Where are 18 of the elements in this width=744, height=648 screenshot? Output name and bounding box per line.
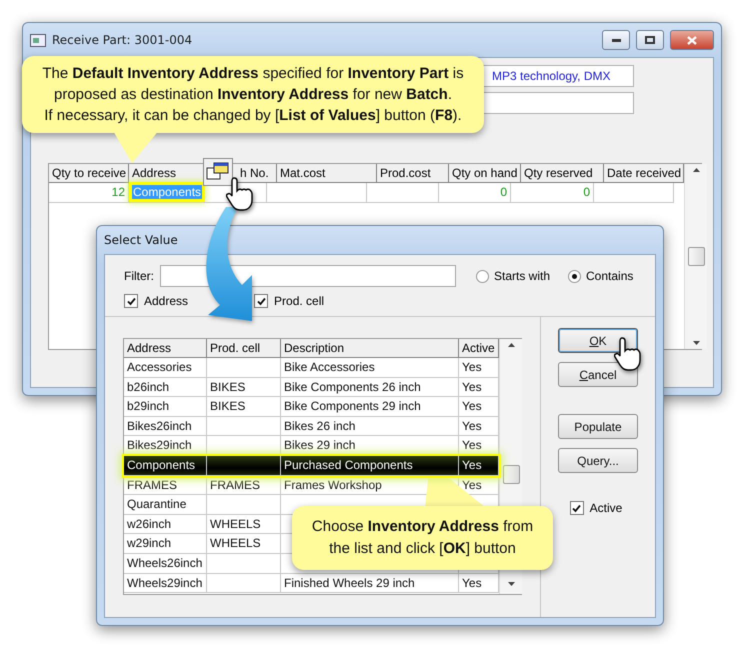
column-header: Prod. cell bbox=[207, 339, 281, 358]
column-header: Date received bbox=[604, 164, 684, 183]
column-header: Qty reserved bbox=[521, 164, 604, 183]
column-header: Mat.cost bbox=[277, 164, 377, 183]
column-header: Active bbox=[459, 339, 499, 358]
window-title: Receive Part: 3001-004 bbox=[52, 33, 192, 47]
table-cell: Components bbox=[129, 183, 204, 203]
table-cell: 0 bbox=[439, 183, 511, 203]
column-header: Qty to receive bbox=[49, 164, 129, 183]
column-header: Address bbox=[124, 339, 207, 358]
column-header: Qty on hand bbox=[449, 164, 521, 183]
column-header: Prod.cost bbox=[377, 164, 449, 183]
dialog-title: Select Value bbox=[104, 233, 178, 247]
filter-label: Filter: bbox=[124, 269, 154, 283]
table-cell: 0 bbox=[511, 183, 594, 203]
column-header: Address bbox=[129, 164, 204, 183]
column-header: Description bbox=[281, 339, 459, 358]
table-cell: 12 bbox=[49, 183, 129, 203]
